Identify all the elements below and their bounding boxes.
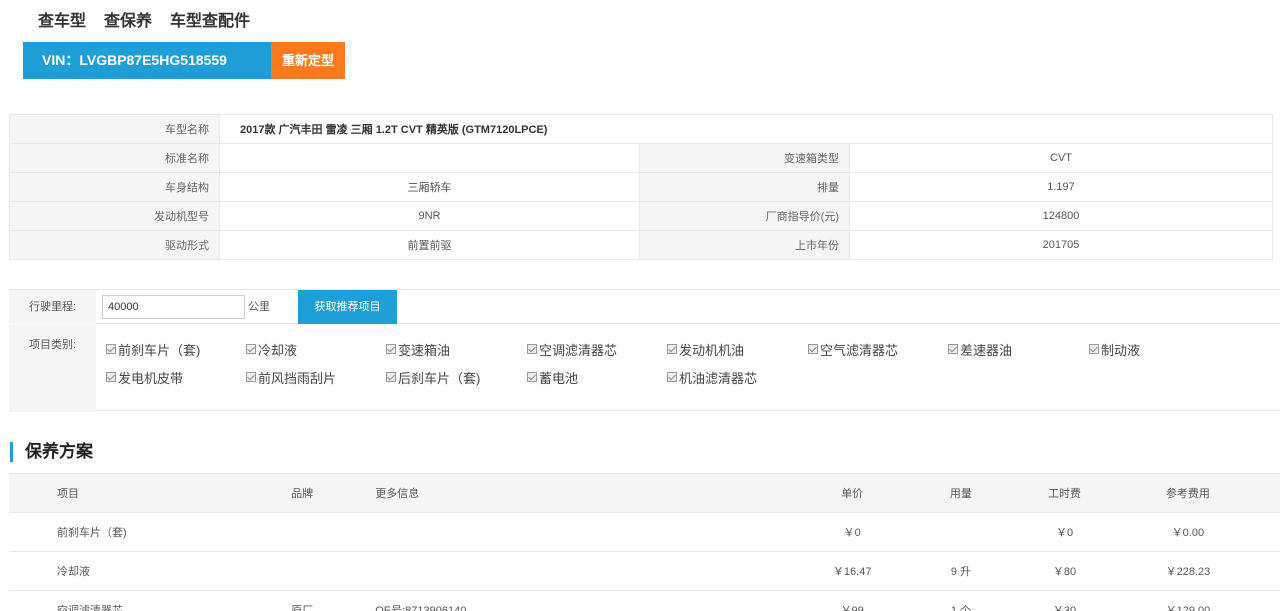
info-row: 车型名称 2017款 广汽丰田 雷凌 三厢 1.2T CVT 精英版 (GTM7… [9, 114, 1273, 144]
cell-qty: 1 个 [908, 590, 1014, 611]
category-checkbox[interactable]: 空调滤清器芯 [527, 340, 617, 359]
col-header-labor: 工时费 [1013, 473, 1116, 513]
cell-labor: ￥0 [1013, 512, 1116, 552]
checkbox-checked-icon [386, 372, 396, 382]
cell-ref: ￥0.00 [1115, 512, 1280, 552]
info-value: 124800 [849, 201, 1273, 231]
maintenance-plan-title: 保养方案 [10, 442, 93, 462]
col-header-more: 更多信息 [375, 473, 796, 513]
col-header-qty: 用量 [908, 473, 1014, 513]
checkbox-checked-icon [808, 344, 818, 354]
tab-model-parts[interactable]: 车型查配件 [170, 10, 250, 40]
table-row: 前刹车片（套) ￥0 ￥0 ￥0.00 [9, 512, 1280, 552]
info-row: 发动机型号 9NR 厂商指导价(元) 124800 [9, 201, 1273, 231]
mileage-input[interactable] [102, 295, 245, 319]
cell-ref: ￥129.00 [1115, 590, 1280, 611]
table-header-row: 项目 品牌 更多信息 单价 用量 工时费 参考费用 [9, 473, 1280, 513]
cell-item: 空调滤清器芯 [9, 590, 292, 611]
info-value: 三厢轿车 [219, 172, 640, 202]
categories-label: 项目类别: [9, 325, 96, 412]
checkbox-checked-icon [246, 372, 256, 382]
tab-query-maintenance[interactable]: 查保养 [104, 10, 152, 52]
mileage-unit: 公里 [248, 301, 270, 313]
model-name-label: 车型名称 [9, 114, 220, 144]
info-label: 排量 [639, 172, 850, 202]
category-checkbox[interactable]: 变速箱油 [386, 340, 450, 359]
category-checkbox[interactable]: 制动液 [1089, 340, 1140, 359]
category-checkbox[interactable]: 差速器油 [948, 340, 1012, 359]
category-checkbox[interactable]: 发电机皮带 [106, 368, 183, 387]
info-label: 驱动形式 [9, 230, 220, 260]
category-checkbox[interactable]: 蓄电池 [527, 368, 578, 387]
cell-labor: ￥80 [1013, 551, 1116, 591]
info-row: 驱动形式 前置前驱 上市年份 201705 [9, 230, 1273, 260]
info-value: 前置前驱 [219, 230, 640, 260]
redo-identify-button[interactable]: 重新定型 [271, 42, 345, 79]
mileage-row: 行驶里程: 公里 获取推荐项目 [9, 290, 1280, 324]
cell-item: 冷却液 [9, 551, 292, 591]
cell-brand [291, 551, 376, 591]
cell-price: ￥0 [795, 512, 909, 552]
category-checkbox[interactable]: 后刹车片（套) [386, 368, 480, 387]
cell-item: 前刹车片（套) [9, 512, 292, 552]
tab-query-model[interactable]: 查车型 [38, 10, 86, 40]
checkbox-checked-icon [106, 372, 116, 382]
cell-price: ￥99 [795, 590, 909, 611]
table-row: 冷却液 ￥16.47 9 升 ￥80 ￥228.23 [9, 551, 1280, 591]
category-checkbox[interactable]: 前刹车片（套) [106, 340, 200, 359]
info-value: 1.197 [849, 172, 1273, 202]
info-value: 9NR [219, 201, 640, 231]
checkbox-checked-icon [386, 344, 396, 354]
cell-labor: ￥30 [1013, 590, 1116, 611]
info-label: 厂商指导价(元) [639, 201, 850, 231]
info-value: 201705 [849, 230, 1273, 260]
cell-more: OE号:8713906140 [375, 590, 796, 611]
checkbox-checked-icon [527, 344, 537, 354]
filter-panel: 行驶里程: 公里 获取推荐项目 项目类别: 前刹车片（套) 冷却液 变速箱油 空… [9, 289, 1280, 412]
checkbox-checked-icon [106, 344, 116, 354]
info-label: 变速箱类型 [639, 143, 850, 173]
info-label: 发动机型号 [9, 201, 220, 231]
col-header-price: 单价 [795, 473, 909, 513]
checkbox-checked-icon [667, 372, 677, 382]
info-row: 标准名称 变速箱类型 CVT [9, 143, 1273, 173]
cell-brand [291, 512, 376, 552]
cell-ref: ￥228.23 [1115, 551, 1280, 591]
cell-more [375, 512, 796, 552]
cell-qty [908, 512, 1014, 552]
info-label: 标准名称 [9, 143, 220, 173]
col-header-brand: 品牌 [291, 473, 376, 513]
info-value [219, 143, 640, 173]
cell-qty: 9 升 [908, 551, 1014, 591]
category-checkbox[interactable]: 冷却液 [246, 340, 297, 359]
vehicle-info-table: 车型名称 2017款 广汽丰田 雷凌 三厢 1.2T CVT 精英版 (GTM7… [9, 114, 1273, 260]
table-row: 空调滤清器芯 原厂 OE号:8713906140 ￥99 1 个 ￥30 ￥12… [9, 590, 1280, 611]
checkbox-checked-icon [948, 344, 958, 354]
cell-brand: 原厂 [291, 590, 376, 611]
info-row: 车身结构 三厢轿车 排量 1.197 [9, 172, 1273, 202]
info-label: 上市年份 [639, 230, 850, 260]
checkbox-checked-icon [667, 344, 677, 354]
get-recommendations-button[interactable]: 获取推荐项目 [298, 290, 397, 324]
category-checkbox[interactable]: 前风挡雨刮片 [246, 368, 336, 387]
col-header-ref: 参考费用 [1115, 473, 1280, 513]
model-name-value: 2017款 广汽丰田 雷凌 三厢 1.2T CVT 精英版 (GTM7120LP… [219, 114, 1273, 144]
top-tabs: 查车型 查保养 车型查配件 [38, 10, 268, 52]
info-value: CVT [849, 143, 1273, 173]
cell-more [375, 551, 796, 591]
checkbox-checked-icon [1089, 344, 1099, 354]
vin-bar: VIN：LVGBP87E5HG518559 重新定型 [23, 42, 345, 79]
maintenance-plan-table: 项目 品牌 更多信息 单价 用量 工时费 参考费用 前刹车片（套) ￥0 ￥0 … [9, 473, 1280, 611]
checkbox-checked-icon [527, 372, 537, 382]
cell-price: ￥16.47 [795, 551, 909, 591]
info-label: 车身结构 [9, 172, 220, 202]
category-checkbox[interactable]: 空气滤清器芯 [808, 340, 898, 359]
category-checkbox[interactable]: 发动机机油 [667, 340, 744, 359]
category-checkbox[interactable]: 机油滤清器芯 [667, 368, 757, 387]
col-header-item: 项目 [9, 473, 292, 513]
checkbox-checked-icon [246, 344, 256, 354]
vin-display: VIN：LVGBP87E5HG518559 [23, 42, 271, 79]
mileage-label: 行驶里程: [9, 290, 96, 324]
